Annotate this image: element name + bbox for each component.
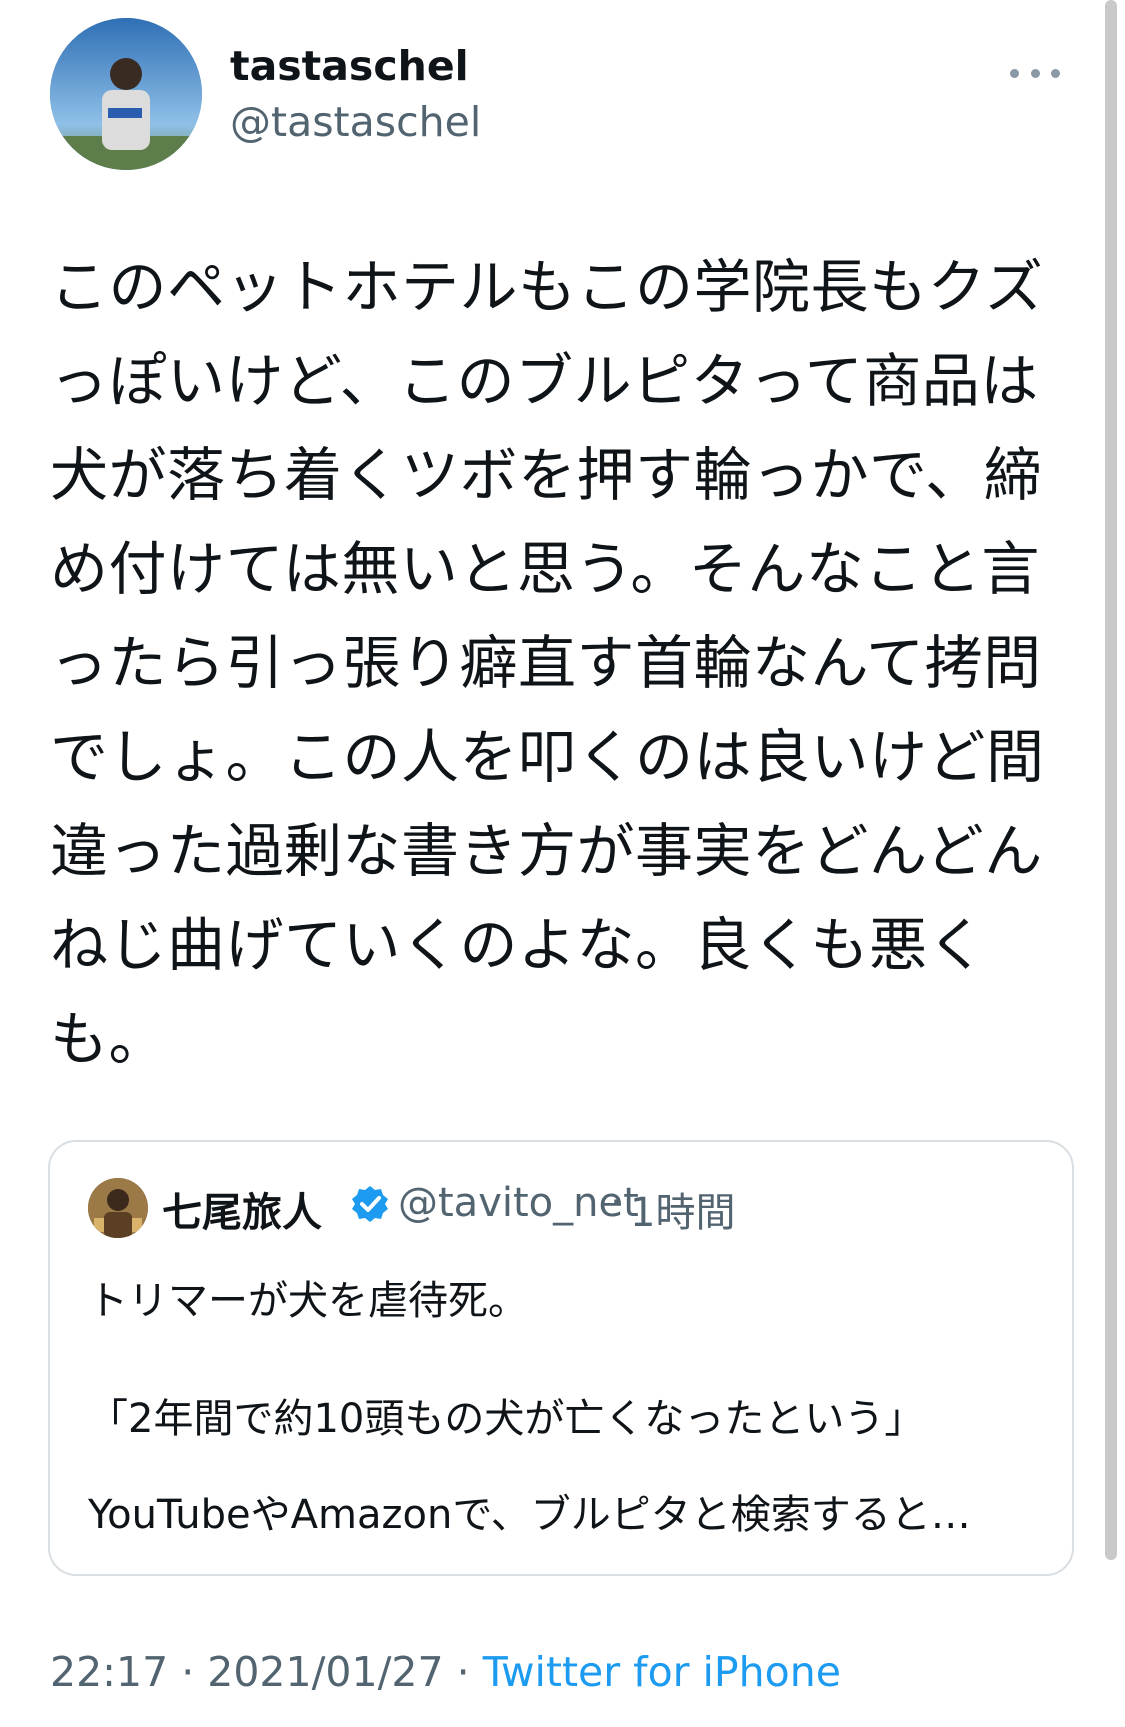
verified-badge-icon (350, 1184, 390, 1224)
tweet-header: tastaschel @tastaschel (50, 18, 1060, 178)
quoted-text-line-1: トリマーが犬を虐待死。 (88, 1278, 528, 1324)
tweet-text: このペットホテルもこの学院長もクズっぽいけど、このブルピタって商品は犬が落ち着く… (50, 253, 1045, 1073)
author-handle[interactable]: @tastaschel (230, 98, 481, 146)
tweet-source-link[interactable]: Twitter for iPhone (483, 1648, 841, 1696)
author-avatar[interactable] (50, 18, 202, 170)
author-name[interactable]: tastaschel (230, 42, 469, 90)
tweet-meta: 22:17 · 2021/01/27 · Twitter for iPhone (50, 1648, 841, 1696)
quoted-text-line-3: YouTubeやAmazonで、ブルピタと検索すると… (88, 1492, 971, 1538)
quoted-author-handle[interactable]: @tavito_net (398, 1180, 639, 1226)
quoted-timestamp[interactable]: 1時間 (630, 1180, 735, 1238)
quoted-tweet[interactable]: 七尾旅人 @tavito_net · 1時間 トリマーが犬を虐待死。 「2年間で… (48, 1140, 1074, 1576)
quoted-author-avatar[interactable] (88, 1178, 148, 1238)
tweet-date[interactable]: 2021/01/27 (207, 1648, 443, 1696)
more-options-icon[interactable] (1010, 58, 1060, 88)
meta-separator: · (168, 1648, 208, 1696)
quoted-author-name[interactable]: 七尾旅人 (162, 1180, 322, 1238)
quoted-text-line-2: 「2年間で約10頭もの犬が亡くなったという」 (88, 1396, 925, 1442)
scrollbar[interactable] (1105, 0, 1117, 1560)
meta-separator: · (443, 1648, 483, 1696)
quoted-separator: · (610, 1180, 623, 1226)
tweet-time[interactable]: 22:17 (50, 1648, 168, 1696)
